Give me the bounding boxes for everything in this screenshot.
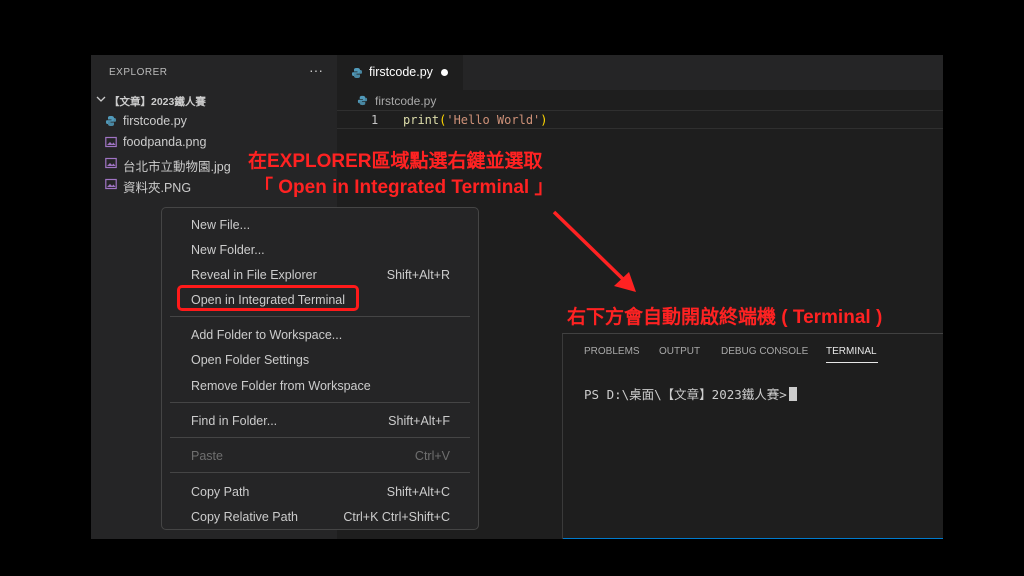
menu-item-label: Add Folder to Workspace...	[191, 328, 343, 342]
menu-separator	[170, 402, 470, 403]
menu-separator	[170, 316, 470, 317]
image-icon	[105, 178, 117, 190]
arrow-icon	[552, 210, 636, 292]
menu-item-label: Reveal in File Explorer	[191, 268, 317, 282]
menu-item-add-folder-workspace[interactable]: Add Folder to Workspace...	[162, 323, 478, 347]
menu-item-reveal-in-explorer[interactable]: Reveal in File Explorer Shift+Alt+R	[162, 263, 478, 287]
terminal-panel: PROBLEMS OUTPUT DEBUG CONSOLE TERMINAL P…	[562, 333, 943, 539]
menu-item-remove-folder-workspace[interactable]: Remove Folder from Workspace	[162, 374, 478, 398]
menu-item-new-folder[interactable]: New Folder...	[162, 238, 478, 262]
tab-problems[interactable]: PROBLEMS	[584, 346, 640, 357]
breadcrumb: firstcode.py	[337, 90, 943, 110]
file-row-firstcode[interactable]: firstcode.py	[91, 111, 337, 132]
code-function: print	[403, 113, 440, 127]
line-number: 1	[371, 113, 379, 127]
menu-separator	[170, 437, 470, 438]
menu-item-shortcut: Shift+Alt+C	[386, 485, 450, 499]
menu-item-shortcut: Ctrl+V	[414, 449, 450, 463]
unsaved-dot-icon[interactable]	[441, 69, 448, 76]
menu-item-label: New Folder...	[191, 243, 265, 257]
tab-debug-console[interactable]: DEBUG CONSOLE	[721, 346, 808, 357]
annotation-line-3: 右下方會自動開啟終端機 ( Terminal )	[567, 307, 883, 328]
menu-item-open-folder-settings[interactable]: Open Folder Settings	[162, 348, 478, 372]
ellipsis-icon[interactable]: ···	[309, 62, 323, 78]
menu-item-label: Find in Folder...	[191, 414, 278, 428]
file-label: 資料夾.PNG	[123, 181, 192, 195]
editor-tabbar: firstcode.py	[337, 55, 943, 90]
code-string: 'Hello World'	[446, 113, 541, 127]
file-label: 台北市立動物園.jpg	[123, 160, 231, 174]
menu-item-label: Copy Path	[191, 485, 250, 499]
tab-label: firstcode.py	[369, 65, 433, 79]
image-icon	[105, 136, 117, 148]
menu-item-label: Copy Relative Path	[191, 510, 299, 524]
menu-item-label: New File...	[191, 218, 251, 232]
python-icon	[357, 95, 368, 106]
menu-separator	[170, 472, 470, 473]
file-label: firstcode.py	[123, 114, 187, 128]
tab-output[interactable]: OUTPUT	[659, 346, 700, 357]
code-line[interactable]: 1 print('Hello World')	[337, 110, 943, 129]
menu-item-label: Remove Folder from Workspace	[191, 379, 371, 393]
python-icon	[352, 68, 362, 78]
highlight-box	[177, 285, 359, 311]
menu-item-paste: Paste Ctrl+V	[162, 444, 478, 468]
image-icon	[105, 157, 117, 169]
chevron-down-icon	[96, 96, 106, 102]
tab-terminal[interactable]: TERMINAL	[826, 346, 877, 357]
python-icon	[106, 116, 116, 126]
terminal-line[interactable]: PS D:\桌面\【文章】2023鐵人賽>	[584, 384, 797, 403]
panel-accent-bar	[563, 538, 943, 539]
file-label: foodpanda.png	[123, 135, 207, 149]
breadcrumb-item[interactable]: firstcode.py	[375, 94, 436, 108]
terminal-prompt: PS D:\桌面\【文章】2023鐵人賽>	[584, 387, 787, 402]
menu-item-find-in-folder[interactable]: Find in Folder... Shift+Alt+F	[162, 409, 478, 433]
tab-firstcode[interactable]: firstcode.py	[337, 55, 463, 90]
menu-item-shortcut: Ctrl+K Ctrl+Shift+C	[343, 510, 450, 524]
menu-item-copy-path[interactable]: Copy Path Shift+Alt+C	[162, 480, 478, 504]
menu-item-label: Paste	[191, 449, 223, 463]
explorer-header: EXPLORER ···	[91, 55, 337, 90]
folder-label: 【文章】2023鐵人賽	[109, 96, 206, 108]
menu-item-new-file[interactable]: New File...	[162, 213, 478, 237]
annotation-line-2: 「 Open in Integrated Terminal 」	[254, 177, 554, 198]
active-tab-indicator	[826, 362, 878, 363]
menu-item-shortcut: Shift+Alt+R	[386, 268, 450, 282]
annotation-line-1: 在EXPLORER區域點選右鍵並選取	[248, 151, 543, 172]
code-paren-close: )	[540, 113, 548, 127]
explorer-title: EXPLORER	[109, 67, 168, 78]
menu-item-label: Open Folder Settings	[191, 353, 310, 367]
menu-item-shortcut: Shift+Alt+F	[388, 414, 450, 428]
menu-item-copy-relative-path[interactable]: Copy Relative Path Ctrl+K Ctrl+Shift+C	[162, 505, 478, 529]
code-text[interactable]: print('Hello World')	[403, 113, 548, 127]
context-menu: New File... New Folder... Reveal in File…	[161, 207, 479, 530]
folder-row[interactable]: 【文章】2023鐵人賽	[91, 91, 337, 111]
terminal-cursor	[788, 387, 797, 401]
